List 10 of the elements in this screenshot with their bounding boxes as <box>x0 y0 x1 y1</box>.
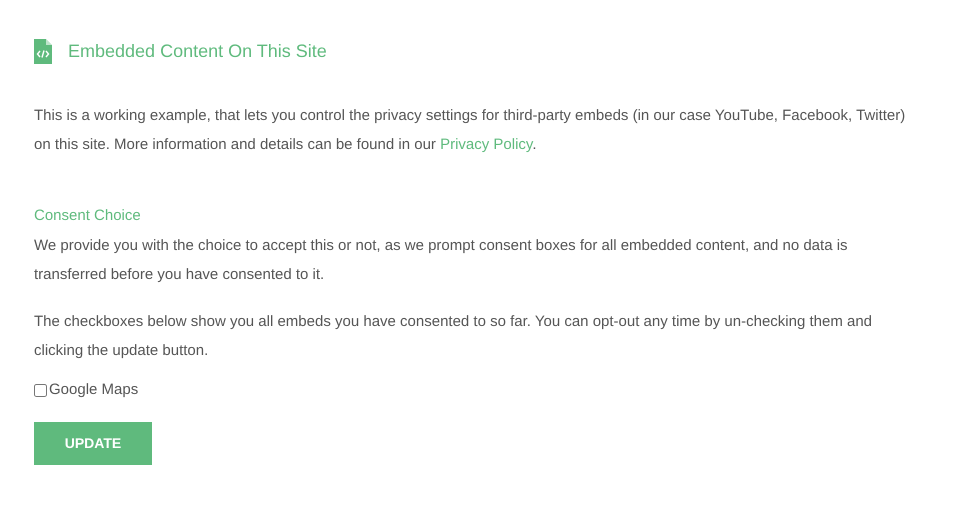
intro-paragraph: This is a working example, that lets you control the privacy settings for third-party embeds (in our case YouTube, Facebook, Twitter) on this site. More information and details can be found in our Privacy Policy. <box>34 106 906 155</box>
embed-checkbox[interactable] <box>34 384 47 397</box>
checkbox-label: Google Maps <box>49 380 138 400</box>
page-title: Embedded Content On This Site <box>68 40 327 63</box>
section-heading: Consent Choice <box>34 206 142 226</box>
code-file-icon <box>34 39 52 64</box>
body-paragraph: The checkboxes below show you all embeds you have consented to so far. You can opt-out any time by un-checking them and clicking the update button. <box>34 312 874 361</box>
privacy-policy-link[interactable]: Privacy Policy <box>440 136 532 153</box>
body-paragraph: We provide you with the choice to accept this or not, as we prompt consent boxes for all embedded content, and no data is transferred before you have consented to it. <box>34 236 849 285</box>
update-button[interactable]: UPDATE <box>34 422 152 464</box>
